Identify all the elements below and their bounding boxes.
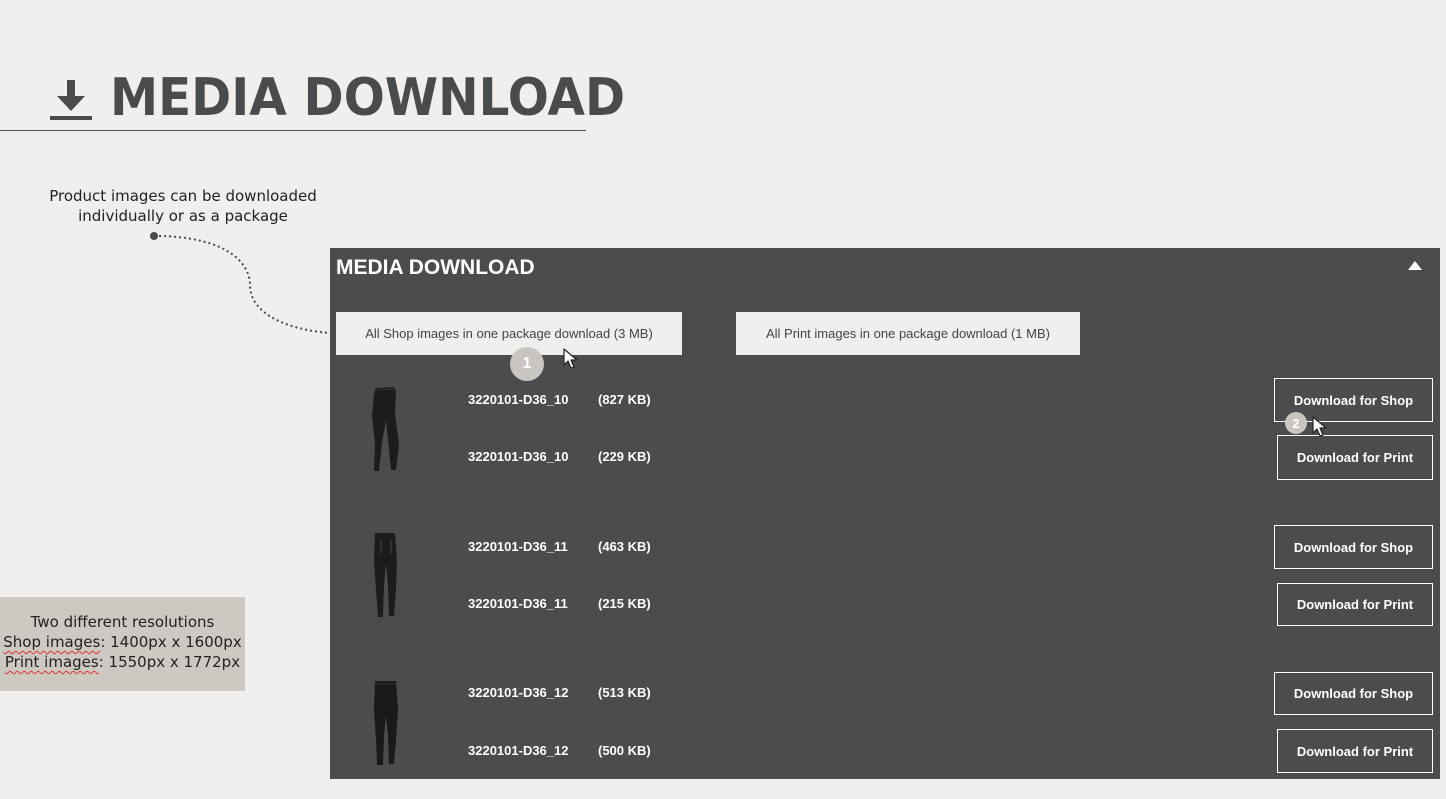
step-badge-1: 1 [510, 347, 544, 381]
media-download-panel: MEDIA DOWNLOAD All Shop images in one pa… [330, 248, 1440, 779]
shop-resolution-value: : 1400px x 1600px [100, 633, 242, 651]
file-size: (463 KB) [598, 539, 651, 554]
file-size: (827 KB) [598, 392, 651, 407]
shop-resolution-label: Shop images [3, 633, 101, 651]
download-for-shop-button[interactable]: Download for Shop [1274, 672, 1433, 715]
download-for-print-button[interactable]: Download for Print [1277, 435, 1433, 480]
product-thumbnail [374, 533, 397, 617]
download-all-shop-button[interactable]: All Shop images in one package download … [336, 312, 682, 355]
resolution-heading: Two different resolutions [0, 612, 245, 632]
annotation-note: Product images can be downloaded individ… [40, 186, 326, 226]
product-thumbnail [374, 681, 398, 765]
print-resolution-label: Print images [4, 653, 99, 671]
page-header: MEDIA DOWNLOAD [0, 60, 625, 131]
print-resolution-value: : 1550px x 1772px [98, 653, 241, 671]
mouse-pointer-icon [563, 348, 578, 369]
step-badge-2: 2 [1285, 412, 1307, 434]
file-name: 3220101-D36_12 [468, 685, 569, 700]
file-name: 3220101-D36_10 [468, 449, 569, 464]
triangle-up-icon[interactable] [1408, 261, 1422, 270]
print-resolution: Print images: 1550px x 1772px [0, 652, 245, 672]
download-for-print-button[interactable]: Download for Print [1277, 583, 1433, 626]
note-line-2: individually or as a package [78, 207, 288, 225]
resolution-heading-text: Two different resolutions [30, 613, 215, 631]
page-title: MEDIA DOWNLOAD [110, 68, 626, 128]
file-size: (500 KB) [598, 743, 651, 758]
file-name: 3220101-D36_11 [468, 539, 568, 554]
file-size: (229 KB) [598, 449, 651, 464]
resolution-info: Two different resolutions Shop images: 1… [0, 597, 245, 691]
shop-resolution: Shop images: 1400px x 1600px [0, 632, 245, 652]
file-size: (513 KB) [598, 685, 651, 700]
file-name: 3220101-D36_12 [468, 743, 569, 758]
mouse-pointer-icon [1312, 416, 1327, 437]
note-line-1: Product images can be downloaded [49, 187, 317, 205]
download-all-print-button[interactable]: All Print images in one package download… [736, 312, 1080, 355]
download-for-shop-button[interactable]: Download for Shop [1274, 525, 1433, 569]
file-size: (215 KB) [598, 596, 651, 611]
product-thumbnail [372, 387, 399, 471]
download-for-print-button[interactable]: Download for Print [1277, 729, 1433, 773]
annotation-connector [150, 232, 331, 334]
file-name: 3220101-D36_11 [468, 596, 568, 611]
download-icon [50, 80, 92, 120]
panel-title: MEDIA DOWNLOAD [336, 256, 535, 279]
file-name: 3220101-D36_10 [468, 392, 569, 407]
